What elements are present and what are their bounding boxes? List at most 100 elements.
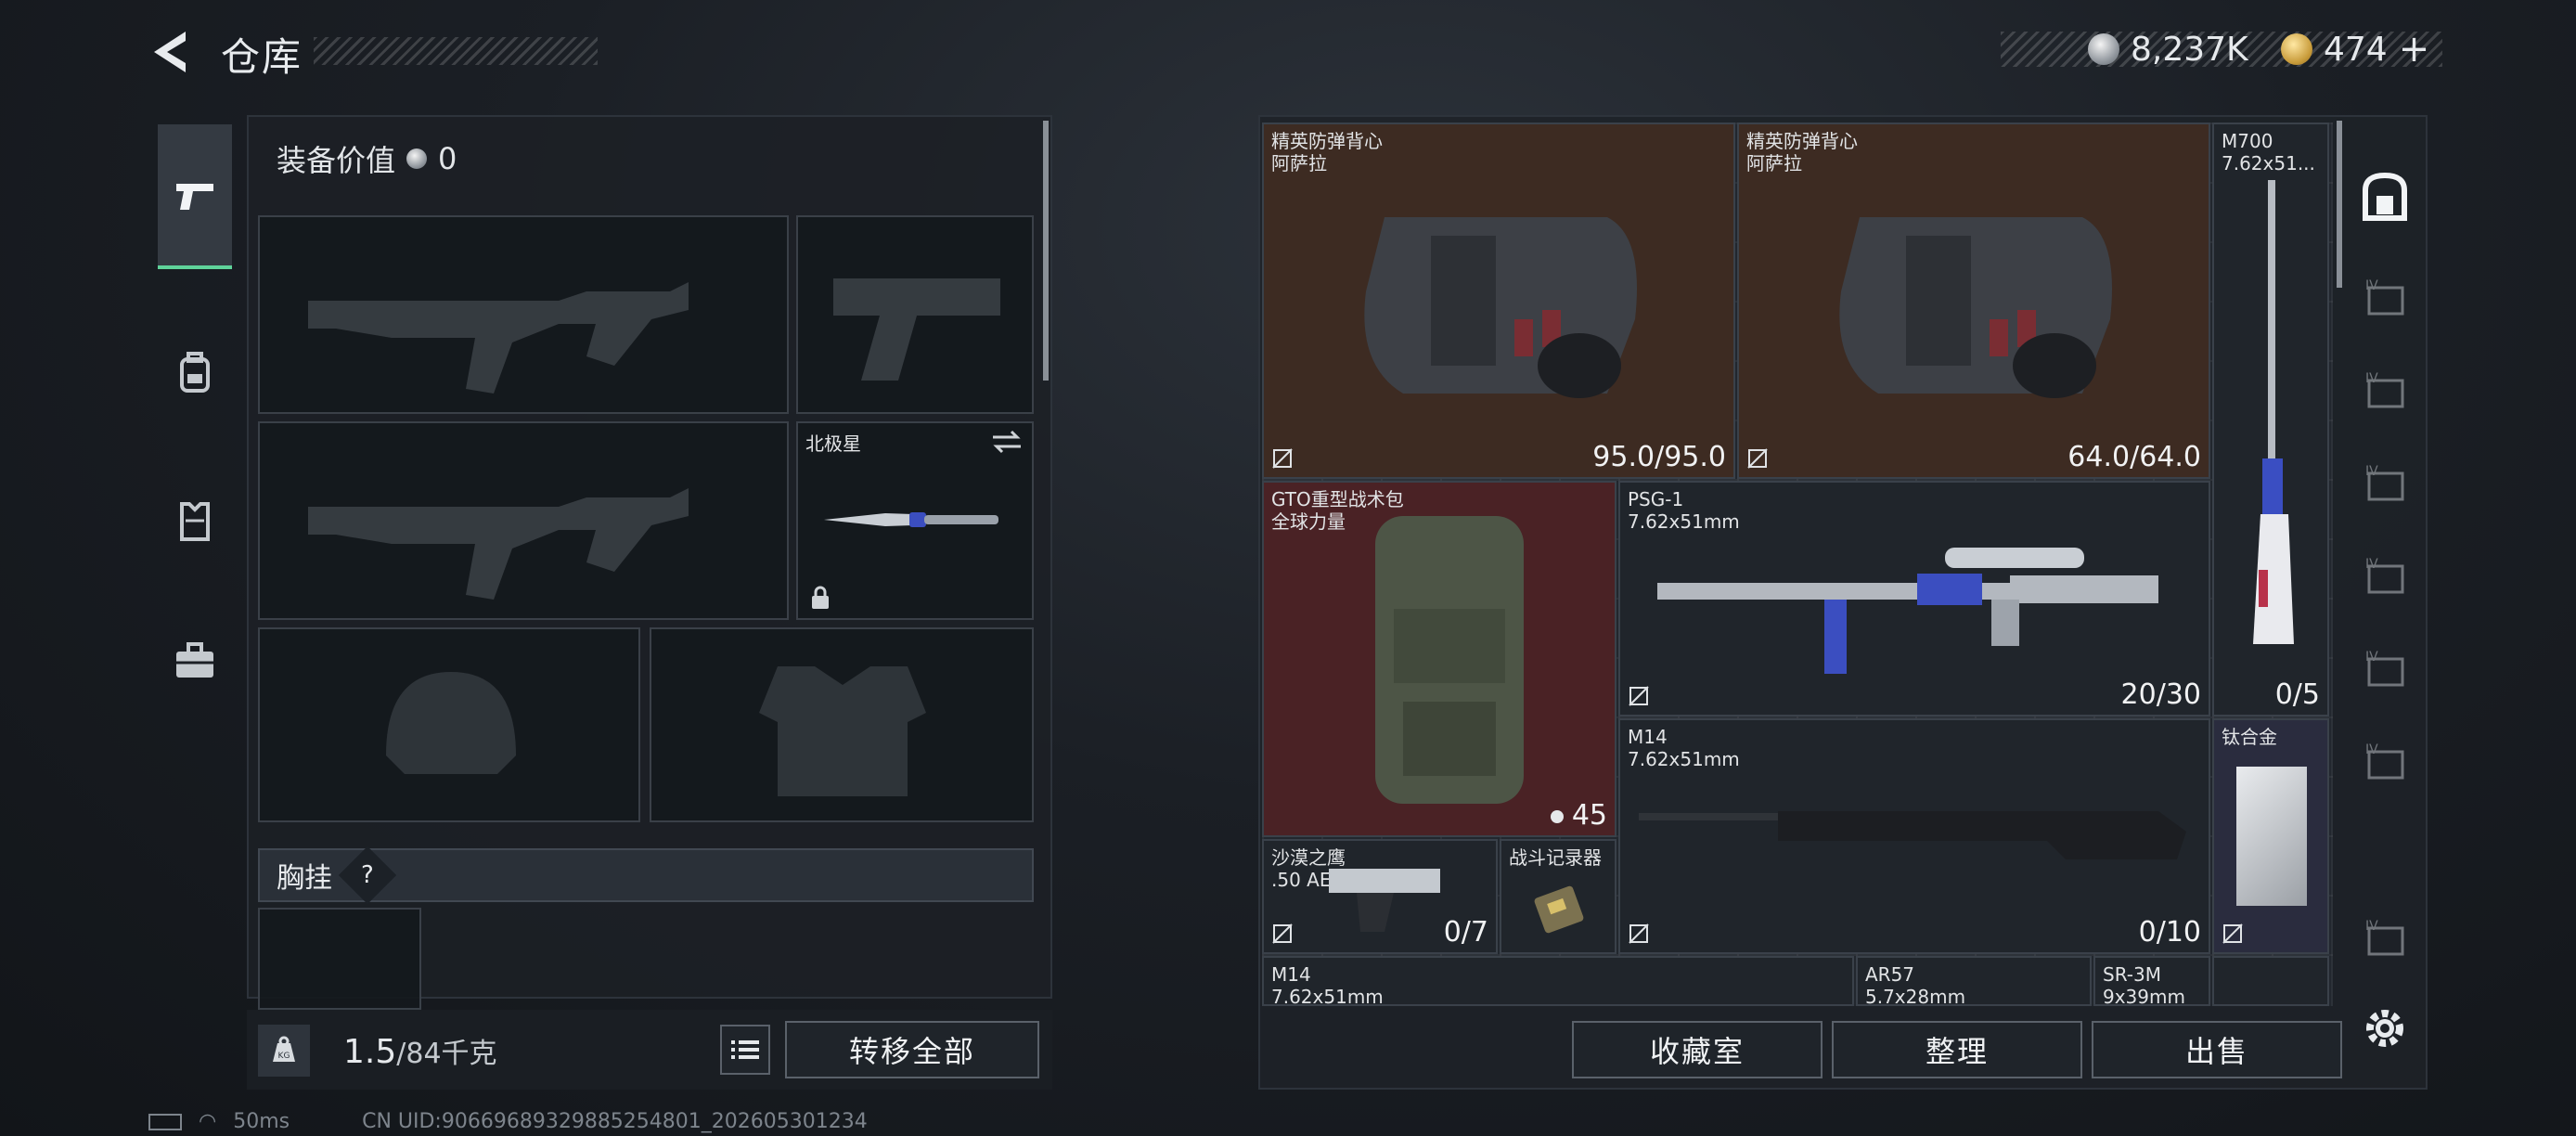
backpack-image	[1375, 516, 1524, 804]
uid-text: CN UID:9066968932988525480​1_20260530123…	[362, 1110, 868, 1133]
pistol-silhouette	[833, 278, 1000, 381]
stash-item-m14[interactable]: M14 7.62x51mm	[1262, 956, 1854, 1006]
stash-item-vest[interactable]: 精英防弹背心 阿萨拉 64.0/64.0	[1737, 123, 2210, 479]
swap-icon[interactable]	[991, 429, 1023, 455]
rifle-image	[1657, 548, 2158, 674]
collection-room-button[interactable]: 收藏室	[1572, 1021, 1823, 1078]
stash-item-ar57[interactable]: AR57 5.7x28mm	[1856, 956, 2092, 1006]
gold-coin-icon	[2281, 33, 2312, 65]
title-decoration	[314, 37, 598, 65]
equip-value-amount: 0	[438, 141, 457, 176]
tab-backpack[interactable]	[158, 317, 232, 429]
pistol-icon	[176, 184, 213, 210]
backup-weapon-slot[interactable]	[258, 421, 789, 620]
armor-slot[interactable]	[650, 627, 1034, 822]
weight-icon: KG	[258, 1025, 310, 1077]
sell-button[interactable]: 出售	[2092, 1021, 2342, 1078]
tab-stash-2[interactable]: IV	[2348, 355, 2422, 429]
tab-stash-7[interactable]: IV	[2348, 902, 2422, 976]
no-insure-icon	[1272, 923, 1293, 944]
list-icon	[731, 1040, 759, 1059]
helmet-slot[interactable]	[258, 627, 640, 822]
knife-slot[interactable]: 北极星	[796, 421, 1034, 620]
no-insure-icon	[1629, 923, 1649, 944]
armor-silhouette	[759, 666, 926, 796]
safe-icon	[2363, 172, 2407, 221]
equip-value: 装备价值 0	[277, 137, 457, 180]
svg-text:IV: IV	[2365, 650, 2378, 665]
help-icon[interactable]: ?	[338, 846, 397, 905]
no-insure-icon	[2222, 923, 2243, 944]
vest-icon	[180, 502, 210, 541]
stash-item-sr3m[interactable]: SR-3M 9x39mm	[2093, 956, 2210, 1006]
silver-coin-icon	[2088, 33, 2119, 65]
rifle-image	[1639, 811, 2186, 859]
stash-item-m700[interactable]: M700 7.62x51... 0/5	[2212, 123, 2329, 716]
helmet-silhouette	[386, 672, 516, 774]
primary-weapon-slot[interactable]	[258, 215, 789, 414]
backpack-icon	[180, 352, 210, 393]
briefcase-icon	[176, 642, 213, 678]
weight-capacity: /84千克	[396, 1038, 497, 1070]
recorder-image	[1534, 885, 1584, 934]
svg-text:IV: IV	[2365, 278, 2378, 293]
status-bar: ◠ 50ms CN UID:9066968932988525480​1_2026…	[148, 1110, 868, 1133]
knife-image	[824, 512, 998, 527]
tab-vest[interactable]	[158, 466, 232, 577]
stash-tabs: IV IV IV IV IV IV IV	[2348, 123, 2422, 986]
rifle-silhouette	[308, 282, 689, 394]
ping-text: 50ms	[233, 1110, 290, 1133]
tab-stash-5[interactable]: IV	[2348, 633, 2422, 707]
svg-text:IV: IV	[2365, 919, 2378, 934]
tab-weapons[interactable]	[158, 124, 232, 269]
tab-stash-4[interactable]: IV	[2348, 540, 2422, 614]
tab-stash-3[interactable]: IV	[2348, 447, 2422, 522]
stash-scrollbar[interactable]	[2337, 121, 2342, 288]
rifle-image	[2253, 180, 2294, 644]
stash-item-recorder[interactable]: 战斗记录器	[1500, 839, 1616, 954]
stash-item-partial[interactable]	[2212, 956, 2329, 1006]
capacity-icon	[1550, 809, 1564, 823]
settings-icon[interactable]	[2361, 1004, 2409, 1052]
pistol-image	[1329, 869, 1440, 932]
secondary-weapon-slot[interactable]	[796, 215, 1034, 414]
stash-item-desert-eagle[interactable]: 沙漠之鹰 .50 AE 0/7	[1262, 839, 1498, 954]
weight-readout: 1.5/84千克	[343, 1030, 497, 1071]
svg-text:IV: IV	[2365, 557, 2378, 572]
sort-button[interactable]: 整理	[1832, 1021, 2082, 1078]
rifle-silhouette	[308, 488, 689, 600]
vest-image	[1839, 217, 2112, 398]
stash-item-m14[interactable]: M14 7.62x51mm 0/10	[1618, 718, 2210, 954]
svg-text:IV: IV	[2365, 371, 2378, 386]
silver-amount: 8,237K	[2131, 30, 2248, 69]
silver-currency: 8,237K	[2088, 28, 2248, 71]
chest-rig-label: 胸挂	[277, 862, 332, 895]
svg-text:IV: IV	[2365, 742, 2378, 757]
equip-value-label: 装备价值	[277, 143, 396, 178]
stash-item-titanium[interactable]: 钛合金	[2212, 718, 2329, 954]
list-view-button[interactable]	[720, 1025, 770, 1075]
chest-rig-header: 胸挂 ?	[258, 846, 1034, 905]
stash-item-psg1[interactable]: PSG-1 7.62x51mm 20/30	[1618, 481, 2210, 716]
no-insure-icon	[1747, 448, 1768, 469]
battery-icon	[148, 1113, 182, 1130]
backpack-capacity: 45	[1548, 799, 1607, 832]
tab-stash-1[interactable]: IV	[2348, 262, 2422, 336]
stash-item-backpack[interactable]: GTO重型战术包 全球力量 45	[1262, 481, 1616, 837]
tab-stash-6[interactable]: IV	[2348, 726, 2422, 800]
tab-all-stash[interactable]	[2348, 160, 2422, 234]
stash-item-vest[interactable]: 精英防弹背心 阿萨拉 95.0/95.0	[1262, 123, 1735, 479]
gold-currency[interactable]: 474 +	[2281, 28, 2429, 71]
no-insure-icon	[1272, 448, 1293, 469]
wifi-icon: ◠	[199, 1110, 217, 1133]
knife-name: 北极星	[805, 432, 861, 455]
back-arrow-icon[interactable]	[148, 26, 197, 78]
add-gold-icon[interactable]: +	[2399, 28, 2430, 71]
titanium-image	[2236, 767, 2307, 906]
loadout-scrollbar[interactable]	[1043, 121, 1049, 381]
vest-image	[1364, 217, 1637, 398]
tab-toolbox[interactable]	[158, 605, 232, 716]
chest-rig-slot[interactable]	[258, 908, 421, 1010]
transfer-all-button[interactable]: 转移全部	[785, 1021, 1039, 1078]
svg-text:KG: KG	[278, 1052, 290, 1061]
